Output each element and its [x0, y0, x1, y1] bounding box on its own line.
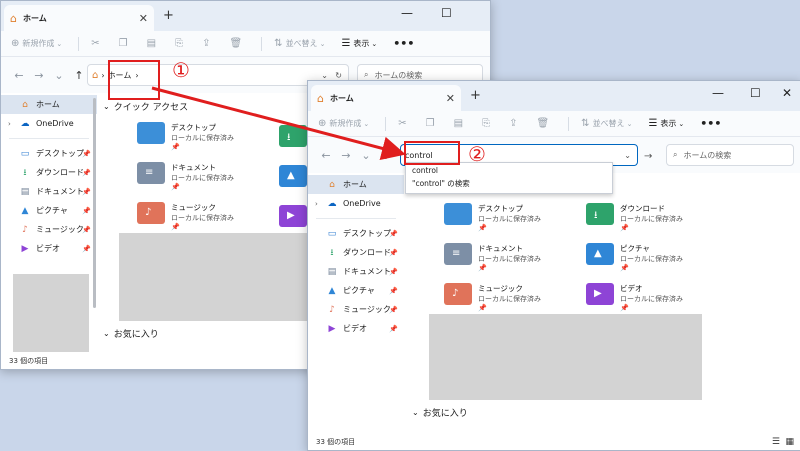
arrow-overlay	[151, 86, 406, 161]
red-arrow	[151, 86, 406, 161]
